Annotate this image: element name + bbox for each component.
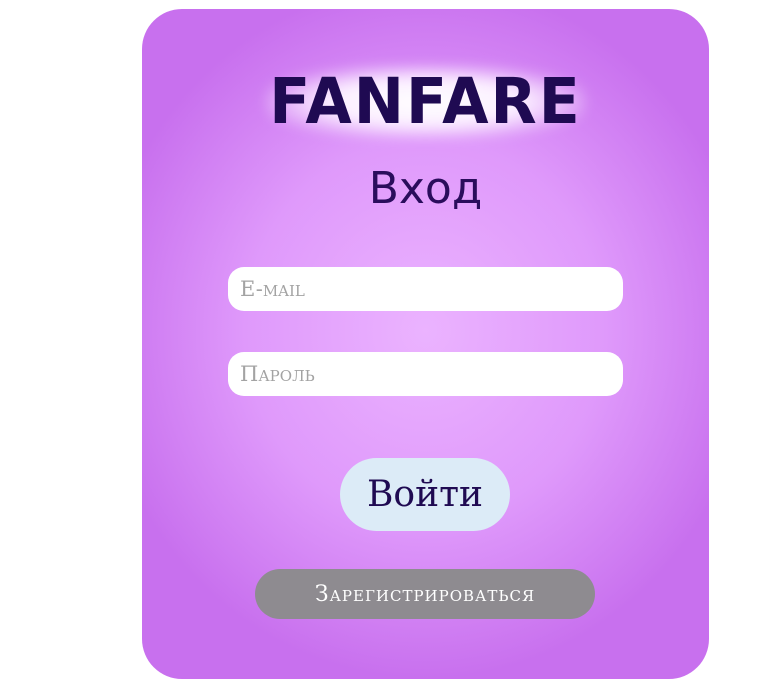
- password-field[interactable]: [228, 352, 623, 396]
- email-field[interactable]: [228, 267, 623, 311]
- page-title: Вход: [368, 163, 483, 214]
- login-card: FANFARE Вход Войти Зарегистрироваться: [142, 9, 709, 679]
- logo-text: FANFARE: [269, 65, 582, 139]
- logo: FANFARE: [142, 57, 709, 147]
- login-button[interactable]: Войти: [340, 458, 510, 531]
- register-button[interactable]: Зарегистрироваться: [255, 569, 595, 619]
